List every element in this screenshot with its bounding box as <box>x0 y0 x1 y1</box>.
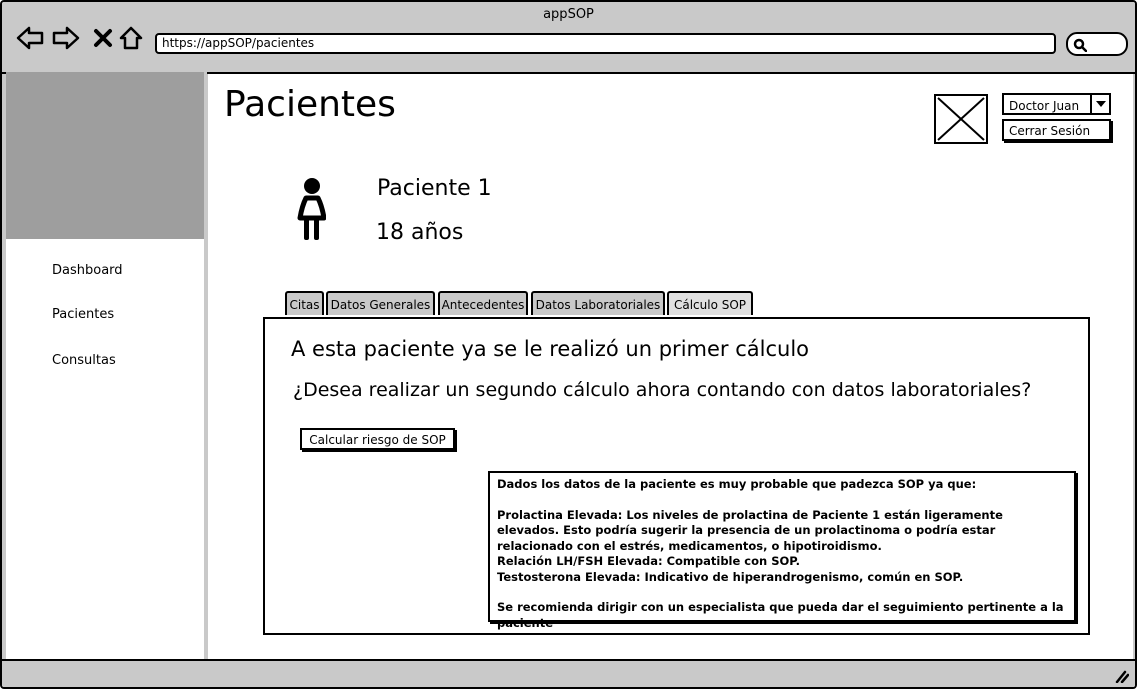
browser-window: appSOP https://appSOP/pacientes Dashboar… <box>0 0 1137 689</box>
forward-icon[interactable] <box>52 24 80 52</box>
sidebar-logo-placeholder <box>6 72 204 239</box>
sidebar-item-dashboard[interactable]: Dashboard <box>52 263 123 278</box>
status-bar <box>2 659 1135 687</box>
result-line: Prolactina Elevada: Los niveles de prola… <box>497 507 1003 553</box>
sidebar-item-consultas[interactable]: Consultas <box>52 353 116 368</box>
tab-datos-laboratoriales[interactable]: Datos Laboratoriales <box>531 291 665 315</box>
search-icon <box>1073 37 1088 56</box>
user-dropdown[interactable]: Doctor Juan <box>1002 93 1111 115</box>
panel-heading: A esta paciente ya se le realizó un prim… <box>291 337 809 361</box>
result-intro: Dados los datos de la paciente es muy pr… <box>497 477 977 491</box>
result-line: Relación LH/FSH Elevada: Compatible con … <box>497 554 800 568</box>
title-bar: appSOP https://appSOP/pacientes <box>2 2 1135 74</box>
tab-citas[interactable]: Citas <box>285 291 324 315</box>
calculate-risk-button[interactable]: Calcular riesgo de SOP <box>300 428 455 450</box>
result-line: Testosterona Elevada: Indicativo de hipe… <box>497 569 964 584</box>
sidebar: Dashboard Pacientes Consultas <box>6 72 207 659</box>
patient-name: Paciente 1 <box>377 176 492 201</box>
url-bar[interactable]: https://appSOP/pacientes <box>155 33 1056 54</box>
home-icon[interactable] <box>117 24 145 52</box>
image-placeholder-icon <box>934 94 988 144</box>
result-text-box: Dados los datos de la paciente es muy pr… <box>488 471 1076 630</box>
tab-antecedentes[interactable]: Antecedentes <box>438 291 528 315</box>
tab-calculo-sop[interactable]: Cálculo SOP <box>667 291 753 315</box>
user-name: Doctor Juan <box>1009 99 1080 113</box>
main-content: Pacientes Doctor Juan Cerrar Sesión Paci… <box>208 74 1133 659</box>
logout-button[interactable]: Cerrar Sesión <box>1002 119 1111 141</box>
result-recommendation: Se recomienda dirigir con un especialist… <box>497 600 1064 630</box>
resize-grip-icon[interactable] <box>1113 668 1130 687</box>
panel-question: ¿Desea realizar un segundo cálculo ahora… <box>293 379 1032 401</box>
page-title: Pacientes <box>224 84 396 125</box>
stop-icon[interactable] <box>89 24 117 52</box>
tab-datos-generales[interactable]: Datos Generales <box>326 291 435 315</box>
search-input[interactable] <box>1066 32 1128 56</box>
chevron-down-icon[interactable] <box>1090 95 1109 113</box>
tab-panel: A esta paciente ya se le realizó un prim… <box>263 317 1090 635</box>
patient-female-icon <box>294 176 327 246</box>
back-icon[interactable] <box>16 24 44 52</box>
sidebar-item-pacientes[interactable]: Pacientes <box>52 307 114 322</box>
window-title: appSOP <box>543 7 594 22</box>
patient-age: 18 años <box>376 220 464 245</box>
